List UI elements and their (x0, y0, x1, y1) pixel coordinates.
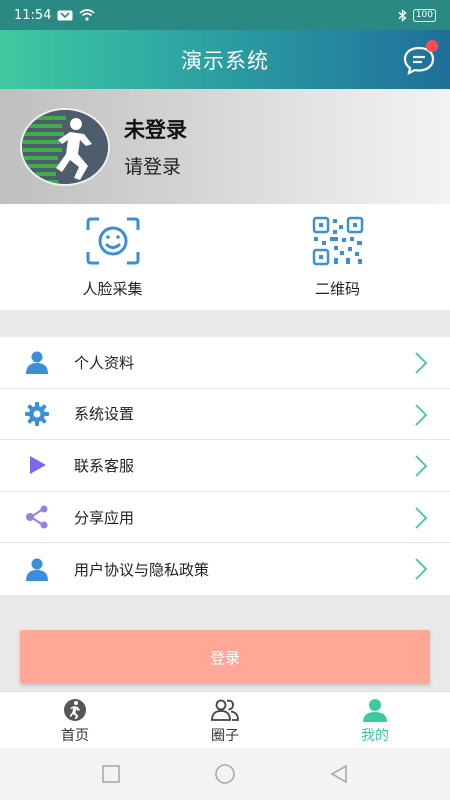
unread-badge (426, 40, 438, 52)
menu-item-customer-service[interactable]: 联系客服 (0, 440, 450, 492)
runner-avatar-icon (22, 109, 108, 184)
quick-action-label: 二维码 (314, 280, 360, 298)
qr-code-icon (312, 216, 363, 266)
menu-item-label: 分享应用 (74, 508, 135, 527)
back-icon[interactable] (328, 763, 350, 785)
person-icon (24, 556, 50, 582)
notification-icon (57, 10, 73, 20)
face-scan-icon (86, 217, 139, 265)
avatar[interactable] (20, 107, 110, 186)
chevron-right-icon (415, 455, 428, 477)
tab-label: 圈子 (211, 728, 239, 744)
login-button[interactable]: 登录 (20, 630, 430, 684)
group-icon (211, 699, 239, 721)
chevron-right-icon (415, 507, 428, 529)
menu-item-label: 系统设置 (74, 405, 135, 424)
quick-action-label: 人脸采集 (82, 280, 143, 298)
gear-icon (24, 401, 50, 427)
message-button[interactable] (402, 40, 438, 76)
profile-login-prompt[interactable]: 请登录 (124, 152, 187, 179)
bluetooth-icon (398, 8, 407, 22)
app-bar: 演示系统 (0, 30, 450, 89)
status-time: 11:54 (14, 7, 52, 23)
quick-action-qr-code[interactable]: 二维码 (225, 204, 450, 310)
runner-icon (64, 699, 86, 721)
menu-item-label: 个人资料 (74, 353, 135, 372)
profile-header[interactable]: 未登录 请登录 (0, 89, 450, 204)
tab-home[interactable]: 首页 (0, 692, 150, 748)
recents-icon[interactable] (100, 763, 122, 785)
play-icon (24, 452, 50, 478)
status-bar: 11:54 100 (0, 0, 450, 30)
tab-circle[interactable]: 圈子 (150, 692, 300, 748)
page-title: 演示系统 (181, 48, 269, 73)
wifi-icon (79, 9, 95, 21)
person-icon (363, 699, 387, 722)
quick-actions: 人脸采集 二维码 (0, 204, 450, 310)
settings-menu: 个人资料 系统设置 联系客服 分享应用 用户协议与隐私政策 (0, 337, 450, 595)
menu-item-share-app[interactable]: 分享应用 (0, 492, 450, 544)
chevron-right-icon (415, 558, 428, 581)
menu-item-profile[interactable]: 个人资料 (0, 337, 450, 389)
share-icon (24, 504, 50, 530)
menu-item-privacy-policy[interactable]: 用户协议与隐私政策 (0, 543, 450, 595)
chevron-right-icon (415, 403, 428, 426)
system-nav-bar (0, 748, 450, 800)
person-icon (24, 349, 50, 375)
profile-name: 未登录 (124, 118, 187, 142)
quick-action-face-capture[interactable]: 人脸采集 (0, 204, 225, 310)
tab-label: 首页 (61, 728, 89, 744)
menu-item-label: 用户协议与隐私政策 (74, 560, 210, 579)
home-icon[interactable] (214, 763, 236, 785)
menu-item-settings[interactable]: 系统设置 (0, 389, 450, 441)
battery-indicator: 100 (412, 8, 436, 22)
bottom-tab-bar: 首页 圈子 我的 (0, 691, 450, 748)
tab-label: 我的 (361, 728, 389, 744)
chevron-right-icon (415, 352, 428, 374)
tab-mine[interactable]: 我的 (300, 692, 450, 748)
menu-item-label: 联系客服 (74, 456, 135, 475)
